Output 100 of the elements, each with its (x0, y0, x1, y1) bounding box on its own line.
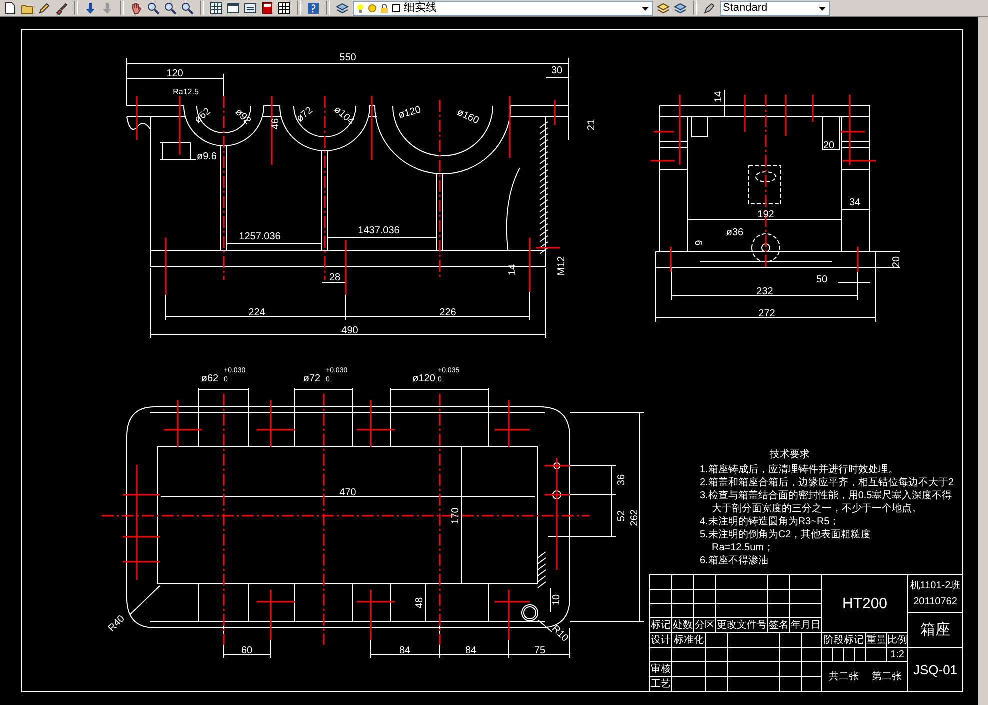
dimension-text: 170 (450, 508, 462, 524)
calculator-icon[interactable] (261, 2, 274, 14)
dimension-text: 262 (630, 510, 640, 526)
dimension-text: 84 (399, 646, 411, 656)
dimension-text: ø92 (233, 107, 253, 127)
dimension-text: 470 (340, 488, 356, 498)
dimension-text: ø104 (332, 104, 356, 128)
layer-dropdown[interactable]: 细实线 (353, 0, 653, 16)
scrollbar[interactable] (978, 17, 988, 705)
notes-heading: 技术要求 (770, 450, 810, 460)
dimension-text: 272 (758, 308, 776, 320)
dimension-text: R10 (550, 624, 570, 644)
magnifier-icon[interactable] (147, 2, 160, 14)
note-text: 5.未注明的倒角为C2，其他表面粗糙度 (700, 530, 872, 540)
material-text: HT200 (842, 596, 888, 612)
dimension-text: ø120 (398, 104, 422, 122)
table-label: 工艺 (651, 679, 671, 690)
dimension-text: 550 (340, 52, 356, 64)
table-label: 比例 (888, 635, 908, 646)
dimension-text: 1257.036 (239, 232, 281, 242)
note-text: 2.箱盖和箱座合箱后，边缘应平齐，相互错位每边不大于2 (700, 478, 954, 488)
dimension-text: 1437.036 (358, 226, 400, 236)
table-label: 审核 (651, 664, 671, 675)
dimension-text: 28 (329, 272, 341, 284)
dimension-text: 34 (849, 198, 861, 208)
scale-text: 1:2 (890, 650, 904, 660)
dimension-text: ø160 (455, 107, 481, 127)
dimension-text: 84 (465, 646, 477, 656)
layers-icon[interactable] (336, 2, 349, 14)
dimension-text: 75 (534, 646, 546, 656)
note-text: 6.箱座不得渗油 (700, 556, 768, 566)
lightbulb-icon (356, 4, 365, 12)
help-icon[interactable] (307, 2, 320, 14)
square-icon (392, 4, 401, 12)
note-text: 1.箱座铸成后，应清理铸件并进行时效处理。 (700, 464, 898, 476)
grid-icon[interactable] (278, 2, 291, 14)
layers-icon[interactable] (657, 2, 670, 14)
table-header: 年月日 (791, 620, 821, 631)
text-style-dropdown[interactable]: Standard (720, 0, 830, 16)
dimension-text: M12 (556, 256, 568, 276)
dimension-text: 192 (758, 210, 774, 220)
dimension-text: 46 (270, 118, 282, 130)
sun-icon (368, 4, 377, 12)
dimension-text: ø72 (303, 374, 321, 384)
hand-icon[interactable] (130, 2, 143, 14)
roughness-text: Ra12.5 (173, 88, 199, 96)
note-text: 大于剖分面宽度的三分之一，不少于一个地点。 (712, 504, 922, 514)
dimension-text: 120 (166, 68, 184, 80)
dimension-text: 10 (552, 594, 562, 606)
dimension-text: ø62 (201, 374, 219, 384)
dimension-text: 30 (551, 66, 563, 76)
dimension-text: 20 (892, 256, 902, 268)
dimension-text: ø36 (726, 228, 744, 238)
magnifier-icon[interactable] (164, 2, 177, 14)
part-name-text: 箱座 (920, 622, 950, 638)
table-label: 第二张 (872, 672, 902, 682)
dimension-text: ø72 (294, 105, 316, 125)
dimension-text: 232 (756, 286, 774, 298)
dimension-text: ø9.6 (197, 152, 217, 162)
brush-icon[interactable] (55, 2, 68, 14)
dimension-text: 490 (342, 326, 358, 336)
table-header: 分区 (695, 620, 715, 631)
magnifier-icon[interactable] (181, 2, 194, 14)
grid-icon[interactable] (210, 2, 223, 14)
note-text: 3.检查与箱盖结合面的密封性能，用0.5塞尺塞入深度不得 (700, 490, 952, 502)
table-label: 设计 (651, 635, 671, 646)
table-header: 签名 (769, 620, 789, 631)
dimension-text: 52 (616, 510, 628, 522)
dimension-text: 36 (616, 474, 628, 486)
dimension-text: 50 (816, 274, 828, 286)
table-label: 标准化 (674, 635, 704, 646)
dimension-text: 226 (440, 308, 456, 318)
pencil-icon[interactable] (38, 2, 51, 14)
arrow-down-icon[interactable] (84, 2, 97, 14)
lock-icon (380, 4, 389, 12)
window-icon[interactable] (244, 2, 257, 14)
note-text: 4.未注明的铸造圆角为R3~R5； (700, 516, 840, 528)
note-text: Ra=12.5um； (712, 542, 774, 554)
drawing-number-text: JSQ-01 (913, 662, 958, 678)
table-label: 阶段标记 (824, 635, 864, 646)
table-label: 重量 (866, 635, 886, 646)
dimension-text: 60 (241, 646, 253, 656)
dimension-text: 21 (586, 119, 598, 131)
dimension-text: 6 (692, 240, 704, 246)
table-header: 更改文件号 (717, 620, 767, 631)
window-icon[interactable] (227, 2, 240, 14)
dimension-text: 14 (714, 91, 724, 103)
table-header: 处数 (673, 620, 693, 631)
student-id-text: 20110762 (914, 596, 958, 608)
dimension-text: R40 (106, 614, 128, 634)
dimension-text: 224 (248, 308, 266, 318)
pen-icon[interactable] (703, 2, 716, 14)
dimension-text: ø120 (412, 374, 436, 384)
class-text: 机1101-2班 (910, 580, 961, 592)
dimension-text: 20 (823, 140, 835, 152)
layers-icon[interactable] (674, 2, 687, 14)
table-label: 共二张 (829, 672, 859, 682)
document-icon[interactable] (4, 2, 17, 14)
table-header: 标记 (651, 620, 671, 631)
dimension-text: 48 (414, 597, 426, 609)
